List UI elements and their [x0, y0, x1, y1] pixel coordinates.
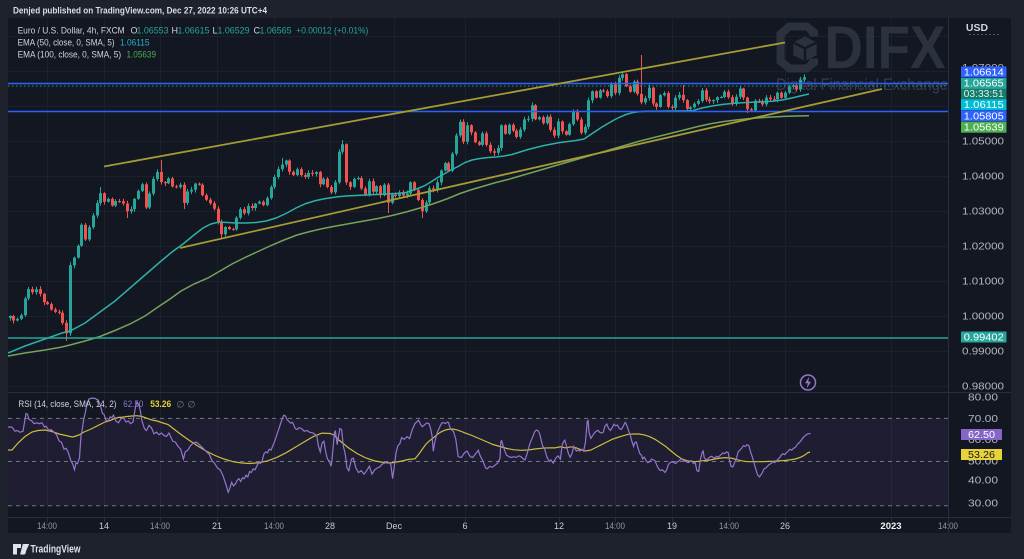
- svg-text:∅: ∅: [177, 400, 185, 410]
- svg-text:1.04000: 1.04000: [962, 172, 1004, 183]
- svg-text:Dec: Dec: [386, 521, 403, 531]
- svg-text:EMA (50, close, 0, SMA, 5): EMA (50, close, 0, SMA, 5): [18, 38, 115, 48]
- svg-text:1.05639: 1.05639: [964, 123, 1004, 134]
- svg-text:1.00000: 1.00000: [962, 312, 1004, 323]
- svg-text:1.02000: 1.02000: [962, 242, 1004, 253]
- svg-text:1.03000: 1.03000: [962, 207, 1004, 218]
- svg-text:12: 12: [554, 521, 564, 531]
- svg-text:TradingView: TradingView: [31, 544, 81, 556]
- svg-text:14: 14: [99, 521, 109, 531]
- svg-text:28: 28: [325, 521, 335, 531]
- svg-text:14:00: 14:00: [264, 521, 284, 531]
- svg-text:70.00: 70.00: [968, 414, 999, 425]
- svg-text:EMA (100, close, 0, SMA, 5): EMA (100, close, 0, SMA, 5): [18, 50, 122, 60]
- svg-text:Euro / U.S. Dollar, 4h, FXCM: Euro / U.S. Dollar, 4h, FXCM: [18, 26, 125, 36]
- svg-text:53.26: 53.26: [150, 399, 171, 409]
- svg-text:14:00: 14:00: [719, 521, 739, 531]
- svg-text:0.99000: 0.99000: [962, 347, 1004, 358]
- svg-text:40.00: 40.00: [968, 476, 999, 487]
- svg-text:0.98000: 0.98000: [962, 382, 1004, 393]
- svg-text:1.05639: 1.05639: [127, 50, 157, 60]
- svg-text:03:33:51: 03:33:51: [964, 89, 1004, 100]
- svg-text:1.06614: 1.06614: [964, 68, 1004, 79]
- svg-text:2023: 2023: [880, 521, 901, 532]
- svg-text:1.05805: 1.05805: [964, 111, 1004, 122]
- svg-text:14:00: 14:00: [605, 521, 625, 531]
- svg-text:30.00: 30.00: [968, 499, 999, 510]
- svg-text:80.00: 80.00: [968, 393, 999, 404]
- svg-text:RSI (14, close, SMA, 14, 2): RSI (14, close, SMA, 14, 2): [18, 399, 116, 409]
- svg-text:1.06115: 1.06115: [964, 100, 1004, 111]
- svg-text:+0.00012 (+0.01%): +0.00012 (+0.01%): [296, 26, 368, 36]
- svg-text:1.06615: 1.06615: [178, 26, 210, 36]
- svg-text:USD: USD: [966, 22, 989, 34]
- svg-text:6: 6: [462, 521, 467, 531]
- svg-text:53.26: 53.26: [968, 450, 995, 461]
- svg-text:∅: ∅: [188, 400, 196, 410]
- svg-text:Denjed published on TradingVie: Denjed published on TradingView.com, Dec…: [13, 6, 268, 17]
- svg-text:1.05000: 1.05000: [962, 137, 1004, 148]
- svg-text:62.50: 62.50: [968, 430, 995, 441]
- svg-text:26: 26: [780, 521, 790, 531]
- svg-text:1.06553: 1.06553: [137, 26, 169, 36]
- svg-text:1.01000: 1.01000: [962, 277, 1004, 288]
- svg-text:1.06115: 1.06115: [120, 38, 150, 48]
- svg-text:14:00: 14:00: [37, 521, 57, 531]
- svg-text:DIFX: DIFX: [825, 14, 946, 81]
- svg-text:19: 19: [667, 521, 677, 531]
- svg-text:0.99402: 0.99402: [964, 333, 1004, 344]
- svg-text:62.50: 62.50: [123, 399, 143, 409]
- svg-text:1.06565: 1.06565: [260, 26, 292, 36]
- svg-text:14:00: 14:00: [150, 521, 170, 531]
- svg-text:1.06529: 1.06529: [218, 26, 250, 36]
- svg-text:21: 21: [212, 521, 222, 531]
- svg-text:14:00: 14:00: [938, 521, 958, 531]
